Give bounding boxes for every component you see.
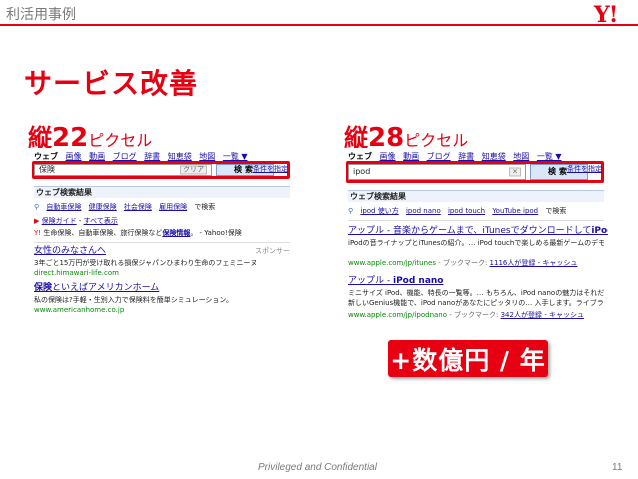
right-search-input[interactable]: ipod × xyxy=(348,164,526,180)
right-result-2-cache[interactable]: - キャッシュ xyxy=(542,311,584,319)
left-search-query: 保険 xyxy=(39,165,55,174)
right-result-1-title-bold: iPod xyxy=(591,226,608,236)
right-assist-item-3[interactable]: ipod touch xyxy=(448,207,485,215)
left-yahoo-mark-icon: Y! xyxy=(34,229,42,237)
left-ad-1-desc: 3年ごと15万円が受け取れる損保ジャパンひまわり生命のフェミニーヌ xyxy=(34,259,258,267)
right-result-1-meta: - ブックマーク: xyxy=(435,259,490,267)
right-result-2-title-bold: iPod nano xyxy=(392,276,444,286)
left-ad-2-title-bold: 保険 xyxy=(34,283,53,293)
left-search-assist: ⚲ 自動車保険 健康保険 社会保険 雇用保険 で検索 xyxy=(34,202,290,212)
right-assist-suffix: で検索 xyxy=(545,207,567,215)
left-tab-dictionary[interactable]: 辞書 xyxy=(144,152,160,161)
right-search-bar: ipod × 検索 条件を指定 xyxy=(346,161,604,183)
right-tab-qa[interactable]: 知恵袋 xyxy=(482,152,506,161)
right-result-2-url-line: www.apple.com/jp/ipodnano - ブックマーク: 342人… xyxy=(348,310,584,320)
left-search-input[interactable]: 保険 クリア xyxy=(34,164,212,176)
right-tab-dictionary[interactable]: 辞書 xyxy=(458,152,474,161)
left-tab-list[interactable]: 一覧 ▼ xyxy=(223,152,248,161)
right-result-1-bookmark[interactable]: 1116人が登録 xyxy=(490,259,536,267)
right-search-assist: ⚲ ipod 使い方 ipod nano ipod touch YouTube … xyxy=(348,206,604,216)
right-result-1-title[interactable]: アップル - 音楽からゲームまで、iTunesでダウンロードしてiPod... xyxy=(348,226,608,236)
right-assist-item-1[interactable]: ipod 使い方 xyxy=(360,207,398,215)
left-tab-qa[interactable]: 知恵袋 xyxy=(168,152,192,161)
left-ad-1-title[interactable]: 女性のみなさんへ xyxy=(34,246,106,256)
left-tab-web[interactable]: ウェブ xyxy=(34,152,58,161)
right-result-2-url: www.apple.com/jp/ipodnano xyxy=(348,311,448,319)
section-label: 利活用事例 xyxy=(6,7,76,23)
left-tab-video[interactable]: 動画 xyxy=(89,152,105,161)
left-guide-line: ▶ 保険ガイド - すべて表示 xyxy=(34,217,118,225)
right-result-2-bookmark[interactable]: 342人が登録 xyxy=(501,311,542,319)
left-ad-1-url: direct.himawari-life.com xyxy=(34,269,119,277)
left-life-text: 生命保険、自動車保険、旅行保険など xyxy=(43,229,163,237)
left-assist-item-3[interactable]: 社会保険 xyxy=(124,203,152,211)
right-divider xyxy=(348,220,604,221)
header-divider xyxy=(0,24,638,26)
left-conditions-link[interactable]: 条件を指定 xyxy=(253,164,288,174)
right-result-2-meta: - ブックマーク: xyxy=(447,311,501,319)
left-tab-blog[interactable]: ブログ xyxy=(113,152,137,161)
right-conditions-link[interactable]: 条件を指定 xyxy=(567,164,602,174)
right-result-1-url: www.apple.com/jp/itunes xyxy=(348,259,436,267)
footer-confidential: Privileged and Confidential xyxy=(258,462,377,473)
left-assist-item-1[interactable]: 自動車保険 xyxy=(46,203,81,211)
left-assist-item-4[interactable]: 雇用保険 xyxy=(159,203,187,211)
left-sponsor-label: スポンサー xyxy=(255,247,290,255)
page-number: 11 xyxy=(612,462,623,473)
right-tab-blog[interactable]: ブログ xyxy=(427,152,451,161)
left-divider xyxy=(34,242,290,243)
right-search-query: ipod xyxy=(353,167,371,176)
right-search-screenshot: ウェブ 画像 動画 ブログ 辞書 知恵袋 地図 一覧 ▼ ipod × 検索 条… xyxy=(344,148,608,344)
left-assist-search-icon: ⚲ xyxy=(34,203,40,211)
right-result-2-title-rest: アップル - xyxy=(348,276,393,286)
right-result-2-desc-2: 新しいGenius機能で、iPod nanoがあなたにピッタリの… 入手します。… xyxy=(348,299,604,307)
left-search-bar: 保険 クリア 検索 条件を指定 xyxy=(32,161,290,179)
right-result-1-title-rest: アップル - 音楽からゲームまで、iTunesでダウンロードして xyxy=(348,226,592,236)
right-assist-search-icon: ⚲ xyxy=(348,207,354,215)
left-tab-image[interactable]: 画像 xyxy=(66,152,82,161)
left-assist-suffix: で検索 xyxy=(194,203,216,211)
left-tab-map[interactable]: 地図 xyxy=(199,152,215,161)
right-result-1-cache[interactable]: - キャッシュ xyxy=(535,259,578,267)
left-assist-item-2[interactable]: 健康保険 xyxy=(89,203,117,211)
left-guide-arrow-icon: ▶ xyxy=(34,217,40,225)
left-ad-2-url: www.americanhome.co.jp xyxy=(34,306,125,314)
left-guide-link[interactable]: 保険ガイド xyxy=(42,217,77,225)
left-ad-2-desc: 私の保険は?手軽・生別入力で保険料を簡単シミュレーション。 xyxy=(34,296,234,304)
left-life-link[interactable]: 保険情報 xyxy=(162,229,190,237)
left-results-header: ウェブ検索結果 xyxy=(34,186,290,198)
left-clear-button[interactable]: クリア xyxy=(180,165,207,175)
right-clear-button[interactable]: × xyxy=(509,167,521,177)
right-tab-web[interactable]: ウェブ xyxy=(348,152,372,161)
left-guide-all-link[interactable]: すべて表示 xyxy=(84,217,118,225)
left-life-tail: 。 - Yahoo!保険 xyxy=(190,229,242,237)
right-result-2-title[interactable]: アップル - iPod nano xyxy=(348,276,444,286)
right-tab-map[interactable]: 地図 xyxy=(513,152,529,161)
revenue-badge: +数億円 / 年 xyxy=(388,340,548,377)
right-tab-image[interactable]: 画像 xyxy=(380,152,396,161)
slide-title: サービス改善 xyxy=(24,67,199,100)
right-result-1-desc: iPodの音ライナップとiTunesの紹介。… iPod touchで楽しめる最… xyxy=(348,239,604,247)
right-result-1-url-line: www.apple.com/jp/itunes - ブックマーク: 1116人が… xyxy=(348,258,577,268)
left-search-screenshot: ウェブ 画像 動画 ブログ 辞書 知恵袋 地図 一覧 ▼ 保険 クリア 検索 条… xyxy=(30,148,294,344)
right-assist-item-2[interactable]: ipod nano xyxy=(406,207,441,215)
left-ad-2-title[interactable]: 保険といえばアメリカンホーム xyxy=(34,283,159,293)
left-life-line: Y! 生命保険、自動車保険、旅行保険など保険情報。 - Yahoo!保険 xyxy=(34,228,290,238)
right-assist-item-4[interactable]: YouTube ipod xyxy=(492,207,538,215)
right-tab-list[interactable]: 一覧 ▼ xyxy=(537,152,562,161)
right-result-2-desc-1: ミニサイズ iPod、機能、特長の一覧等。… もちろん、iPod nanoの魅力… xyxy=(348,289,604,297)
left-ad-2-title-rest: といえばアメリカンホーム xyxy=(52,283,160,293)
right-tab-video[interactable]: 動画 xyxy=(403,152,419,161)
right-results-header: ウェブ検索結果 xyxy=(348,190,604,202)
